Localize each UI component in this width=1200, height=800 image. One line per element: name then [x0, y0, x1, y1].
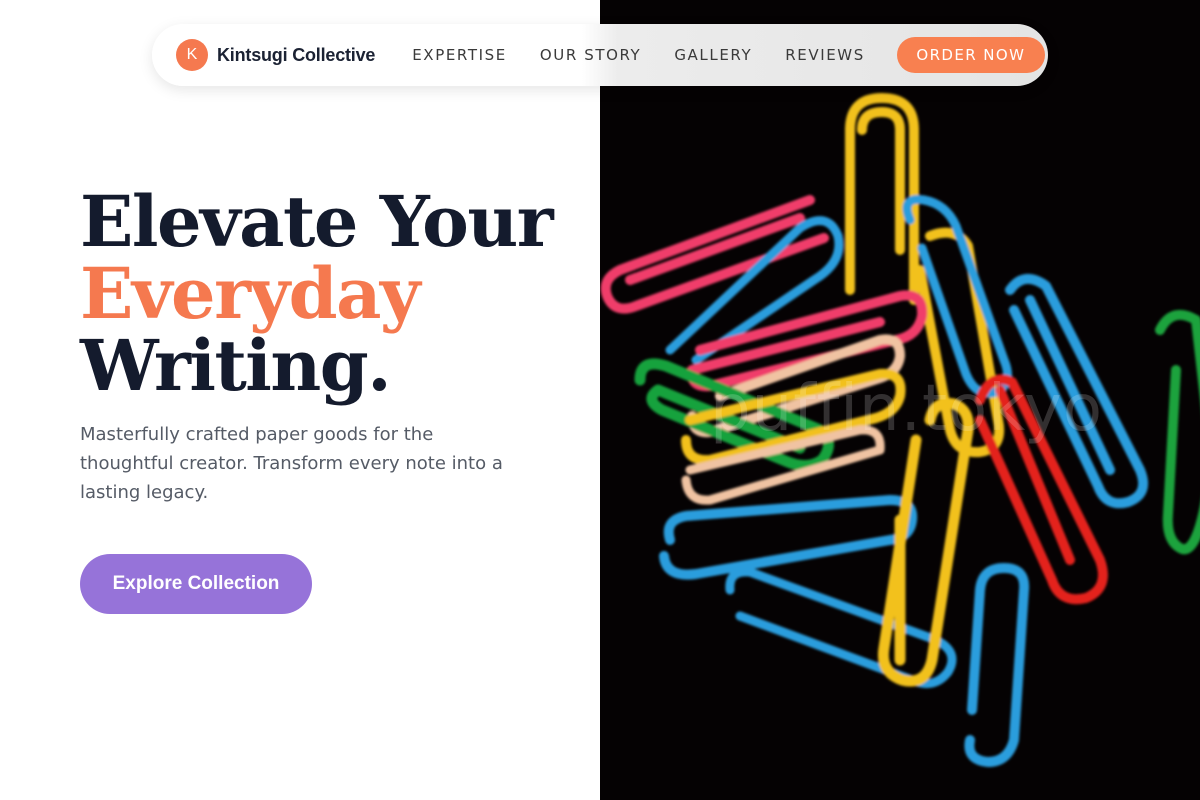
hero-section: Elevate Your Everyday Writing. Masterful… [80, 186, 580, 507]
nav-link-reviews[interactable]: REVIEWS [785, 46, 865, 64]
explore-collection-button[interactable]: Explore Collection [80, 554, 312, 614]
top-navigation: K Kintsugi Collective EXPERTISE OUR STOR… [152, 24, 1048, 86]
nav-link-expertise[interactable]: EXPERTISE [412, 46, 507, 64]
nav-link-gallery[interactable]: GALLERY [674, 46, 752, 64]
headline-line-3: Writing. [80, 324, 392, 407]
brand-mark-icon: K [176, 39, 208, 71]
hero-headline: Elevate Your Everyday Writing. [80, 186, 580, 402]
brand-name: Kintsugi Collective [217, 44, 376, 65]
order-now-button[interactable]: ORDER NOW [896, 37, 1045, 73]
headline-line-1: Elevate Your [80, 180, 554, 263]
hero-image: puffin.tokyo [600, 0, 1200, 800]
nav-link-our-story[interactable]: OUR STORY [540, 46, 642, 64]
hero-subtitle: Masterfully crafted paper goods for the … [80, 424, 503, 503]
image-watermark: puffin.tokyo [710, 372, 1103, 446]
headline-line-2: Everyday [80, 252, 421, 335]
brand-logo[interactable]: K Kintsugi Collective [176, 39, 375, 71]
nav-links: EXPERTISE OUR STORY GALLERY REVIEWS [412, 46, 898, 64]
